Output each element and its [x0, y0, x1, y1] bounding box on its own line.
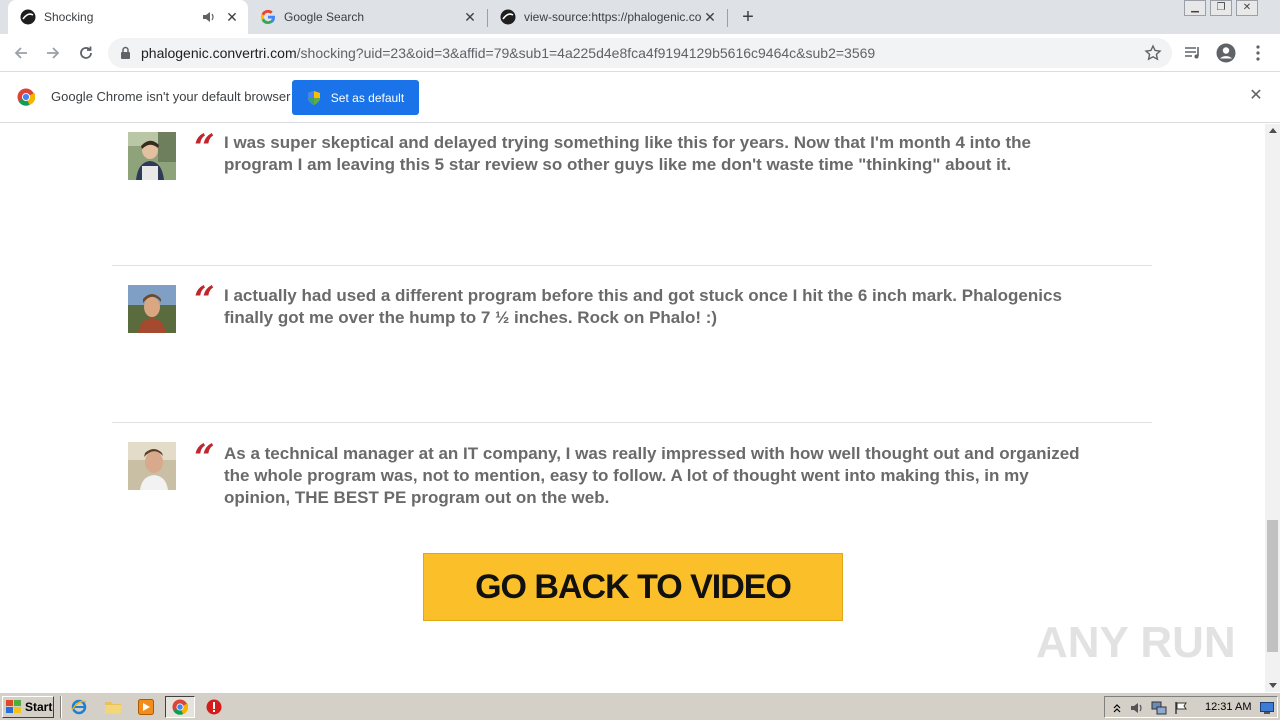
speaker-icon[interactable]	[202, 11, 218, 23]
chrome-taskbar-icon[interactable]	[165, 696, 195, 718]
tab-title: Google Search	[284, 10, 365, 24]
address-bar[interactable]: phalogenic.convertri.com/shocking?uid=23…	[108, 38, 1172, 68]
reviewer-avatar	[128, 285, 176, 333]
tab-view-source[interactable]: view-source:https://phalogenic.conv ✕	[488, 0, 726, 34]
url-domain: phalogenic.convertri.com	[141, 45, 297, 61]
window-controls: ▁ ❐ ✕	[1180, 0, 1258, 16]
reload-icon	[80, 46, 92, 59]
review-divider	[112, 422, 1152, 423]
scroll-down-arrow-icon[interactable]	[1269, 683, 1277, 688]
tab-strip: Shocking ✕ Google Search ✕ view-source:h…	[0, 0, 1280, 34]
browser-toolbar: phalogenic.convertri.com/shocking?uid=23…	[0, 34, 1280, 72]
reviewer-avatar	[128, 442, 176, 490]
new-tab-button[interactable]: +	[738, 6, 758, 28]
kebab-menu-icon[interactable]	[1247, 42, 1269, 64]
reviewer-avatar	[128, 132, 176, 180]
file-explorer-icon[interactable]	[104, 698, 122, 716]
chrome-logo-icon	[17, 88, 36, 111]
infobar-message: Google Chrome isn't your default browser	[51, 89, 291, 104]
restore-button[interactable]: ❐	[1210, 0, 1232, 16]
url-path: /shocking?uid=23&oid=3&affid=79&sub1=4a2…	[296, 45, 876, 61]
quote-mark-icon: “	[194, 127, 215, 169]
internet-explorer-icon[interactable]	[70, 698, 88, 716]
forward-button[interactable]	[42, 42, 64, 64]
default-browser-infobar: Google Chrome isn't your default browser…	[0, 72, 1280, 123]
forward-arrow-icon	[47, 47, 60, 59]
tab-title: view-source:https://phalogenic.conv	[524, 10, 702, 24]
profile-avatar-icon[interactable]	[1215, 42, 1237, 64]
scroll-up-arrow-icon[interactable]	[1269, 128, 1277, 133]
start-label: Start	[25, 700, 53, 714]
anyrun-watermark: ANY RUN	[1036, 605, 1236, 675]
start-button[interactable]: Start	[2, 696, 54, 718]
taskbar-separator	[60, 696, 62, 718]
watermark-text: ANY RUN	[1036, 618, 1236, 667]
windows-flag-icon	[6, 700, 22, 714]
windows-taskbar: Start 12:31 AM	[0, 692, 1280, 720]
set-as-default-button[interactable]: Set as default	[292, 80, 419, 115]
quote-mark-icon: “	[194, 437, 215, 479]
tab-close-icon[interactable]: ✕	[462, 9, 478, 25]
google-g-icon	[260, 9, 276, 25]
stop-sign-icon[interactable]	[205, 698, 223, 716]
network-icon[interactable]	[1151, 700, 1167, 716]
quote-mark-icon: “	[194, 279, 215, 321]
tab-separator	[727, 9, 728, 27]
review-text: I actually had used a different program …	[224, 286, 1062, 327]
tab-close-icon[interactable]: ✕	[224, 9, 240, 25]
system-tray: 12:31 AM	[1104, 696, 1278, 718]
show-desktop-icon[interactable]	[1259, 700, 1275, 716]
infobar-close-icon[interactable]: ✕	[1248, 88, 1264, 104]
tab-title: Shocking	[44, 10, 94, 24]
review-divider	[112, 265, 1152, 266]
page-scrollbar[interactable]	[1265, 124, 1280, 692]
tab-shocking[interactable]: Shocking ✕	[8, 0, 248, 34]
url-text[interactable]: phalogenic.convertri.com/shocking?uid=23…	[141, 45, 875, 61]
tab-close-icon[interactable]: ✕	[702, 9, 718, 25]
volume-icon[interactable]	[1129, 700, 1145, 716]
back-button[interactable]	[10, 42, 32, 64]
back-arrow-icon	[14, 47, 27, 59]
site-favicon-icon	[500, 9, 516, 25]
set-as-default-label: Set as default	[330, 90, 405, 105]
reload-button[interactable]	[75, 42, 97, 64]
uac-shield-icon	[307, 90, 321, 106]
tab-google-search[interactable]: Google Search ✕	[248, 0, 486, 34]
bookmark-star-icon[interactable]	[1144, 44, 1162, 67]
review-text: As a technical manager at an IT company,…	[224, 444, 1080, 507]
media-player-icon[interactable]	[137, 698, 155, 716]
site-favicon-icon	[20, 9, 36, 25]
media-control-icon[interactable]	[1182, 42, 1204, 64]
page-viewport: “ I was super skeptical and delayed tryi…	[0, 124, 1265, 692]
taskbar-clock[interactable]: 12:31 AM	[1205, 701, 1251, 713]
close-window-button[interactable]: ✕	[1236, 0, 1258, 16]
lock-icon[interactable]	[120, 46, 131, 65]
scrollbar-thumb[interactable]	[1267, 520, 1278, 652]
go-back-to-video-button[interactable]: GO BACK TO VIDEO	[423, 553, 843, 621]
minimize-button[interactable]: ▁	[1184, 0, 1206, 16]
action-center-flag-icon[interactable]	[1173, 700, 1189, 716]
tray-expand-chevron-icon[interactable]	[1109, 700, 1125, 716]
review-text: I was super skeptical and delayed trying…	[224, 133, 1031, 174]
